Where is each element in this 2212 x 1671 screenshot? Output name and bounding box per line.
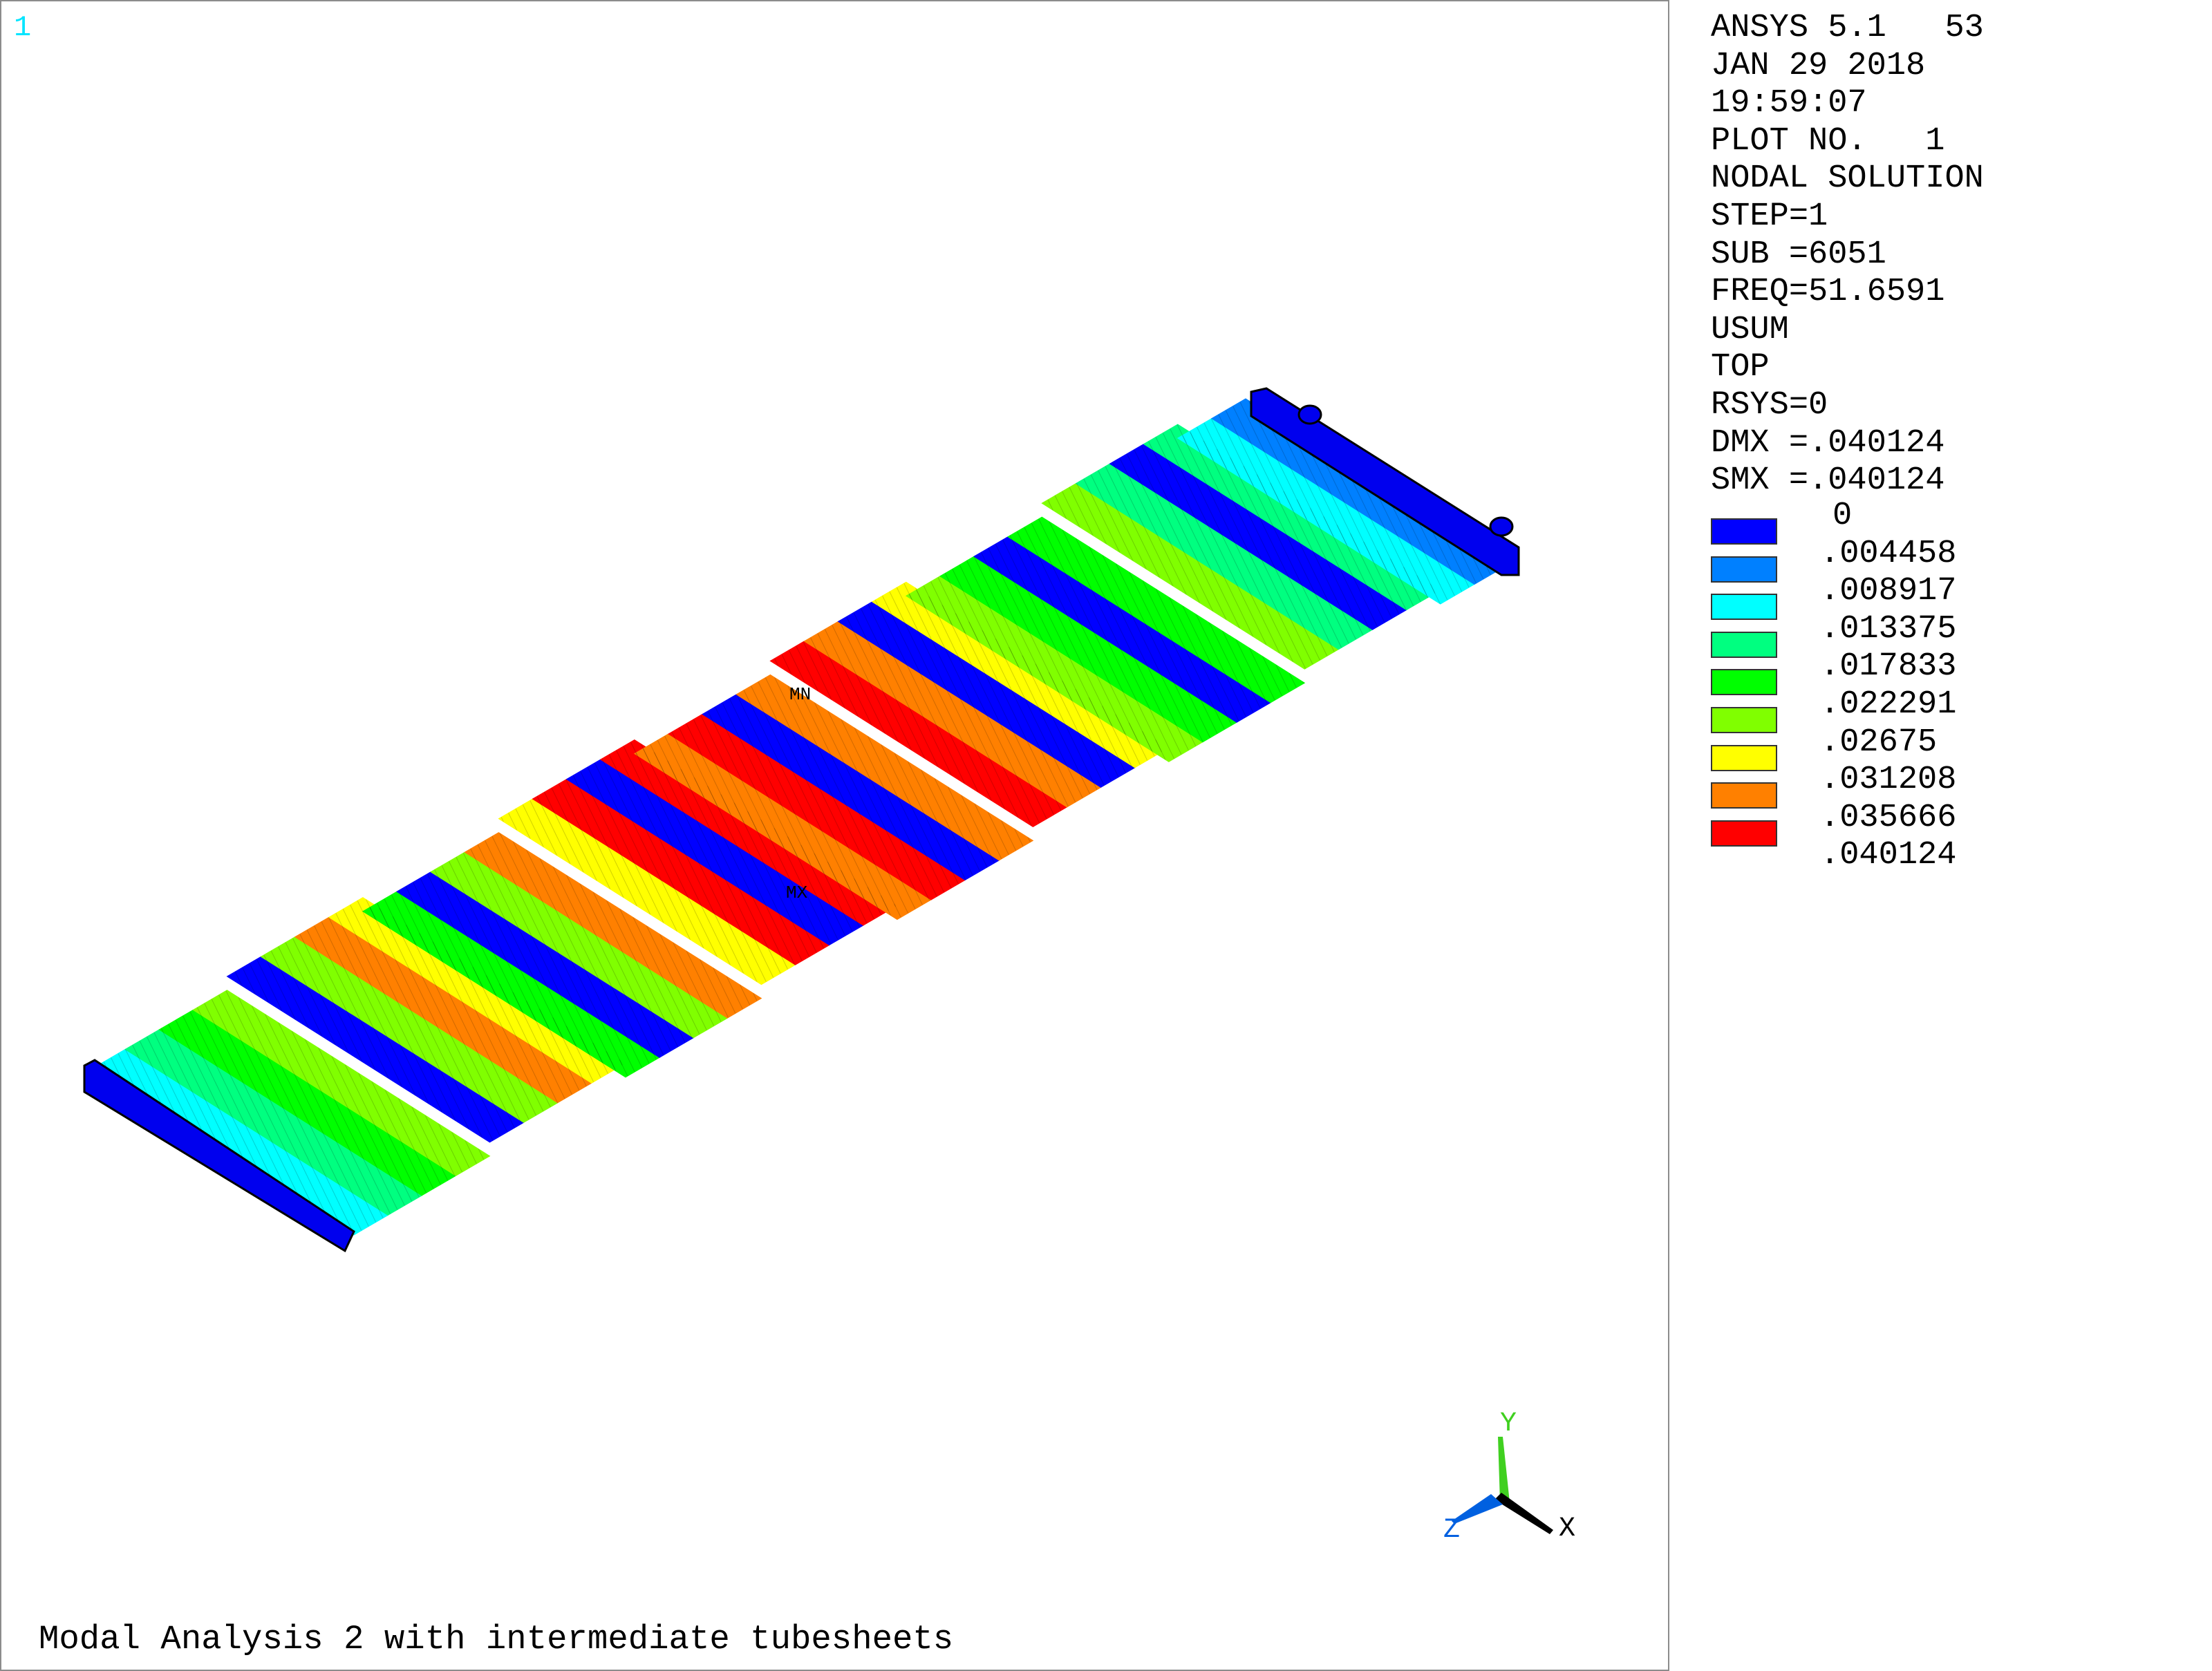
legend-swatch <box>1711 706 1777 733</box>
info-line: USUM <box>1711 311 1789 348</box>
triad-y-axis <box>1498 1437 1510 1502</box>
info-line: FREQ=51.6591 <box>1711 274 1945 311</box>
legend-value: .031208 <box>1820 762 1957 799</box>
legend-swatch <box>1711 820 1777 847</box>
legend-value: .040124 <box>1820 837 1957 874</box>
legend-swatch <box>1711 556 1777 583</box>
legend-value: .02675 <box>1820 724 1938 761</box>
legend-swatch <box>1711 669 1777 696</box>
legend-swatch <box>1711 744 1777 771</box>
graphics-window[interactable]: 1 MN MX Y X Z Modal Analysis 2 with inte… <box>0 0 1669 1671</box>
legend-swatch <box>1711 594 1777 621</box>
legend-value: .022291 <box>1820 686 1957 723</box>
model-plot: MN MX Y X Z <box>83 387 1575 1546</box>
info-line: TOP <box>1711 349 1770 386</box>
triad-y-label: Y <box>1500 1408 1517 1439</box>
legend-swatch <box>1711 782 1777 809</box>
legend-value: .008917 <box>1820 573 1957 610</box>
info-line: STEP=1 <box>1711 198 1828 235</box>
triad-z-label: Z <box>1443 1515 1460 1546</box>
info-line: ANSYS 5.1 53 <box>1711 10 1984 46</box>
plot-title: Modal Analysis 2 with intermediate tubes… <box>39 1620 954 1659</box>
right-nozzle-2 <box>1489 516 1514 537</box>
triad-x-axis <box>1494 1493 1553 1534</box>
legend-value: 0 <box>1833 498 1853 534</box>
info-line: RSYS=0 <box>1711 386 1828 424</box>
info-line: JAN 29 2018 <box>1711 47 1926 84</box>
info-line: SUB =6051 <box>1711 236 1886 273</box>
legend-value: .017833 <box>1820 648 1957 686</box>
legend-value: .035666 <box>1820 799 1957 836</box>
info-line: DMX =.040124 <box>1711 424 1945 462</box>
legend-swatch <box>1711 631 1777 658</box>
triad-x-label: X <box>1559 1513 1575 1545</box>
info-line: 19:59:07 <box>1711 85 1867 122</box>
axis-triad: Y X Z <box>1443 1408 1575 1546</box>
right-nozzle-1 <box>1297 404 1322 425</box>
info-line: NODAL SOLUTION <box>1711 160 1984 198</box>
legend-value: .013375 <box>1820 610 1957 648</box>
max-marker: MX <box>786 882 808 903</box>
info-line: SMX =.040124 <box>1711 462 1945 500</box>
min-marker: MN <box>789 684 811 705</box>
legend-swatch <box>1711 518 1777 545</box>
legend-value: .004458 <box>1820 535 1957 572</box>
info-panel: ANSYS 5.1 53 JAN 29 2018 19:59:07 PLOT NO. … <box>1711 10 1984 500</box>
info-line: PLOT NO. 1 <box>1711 122 1945 160</box>
